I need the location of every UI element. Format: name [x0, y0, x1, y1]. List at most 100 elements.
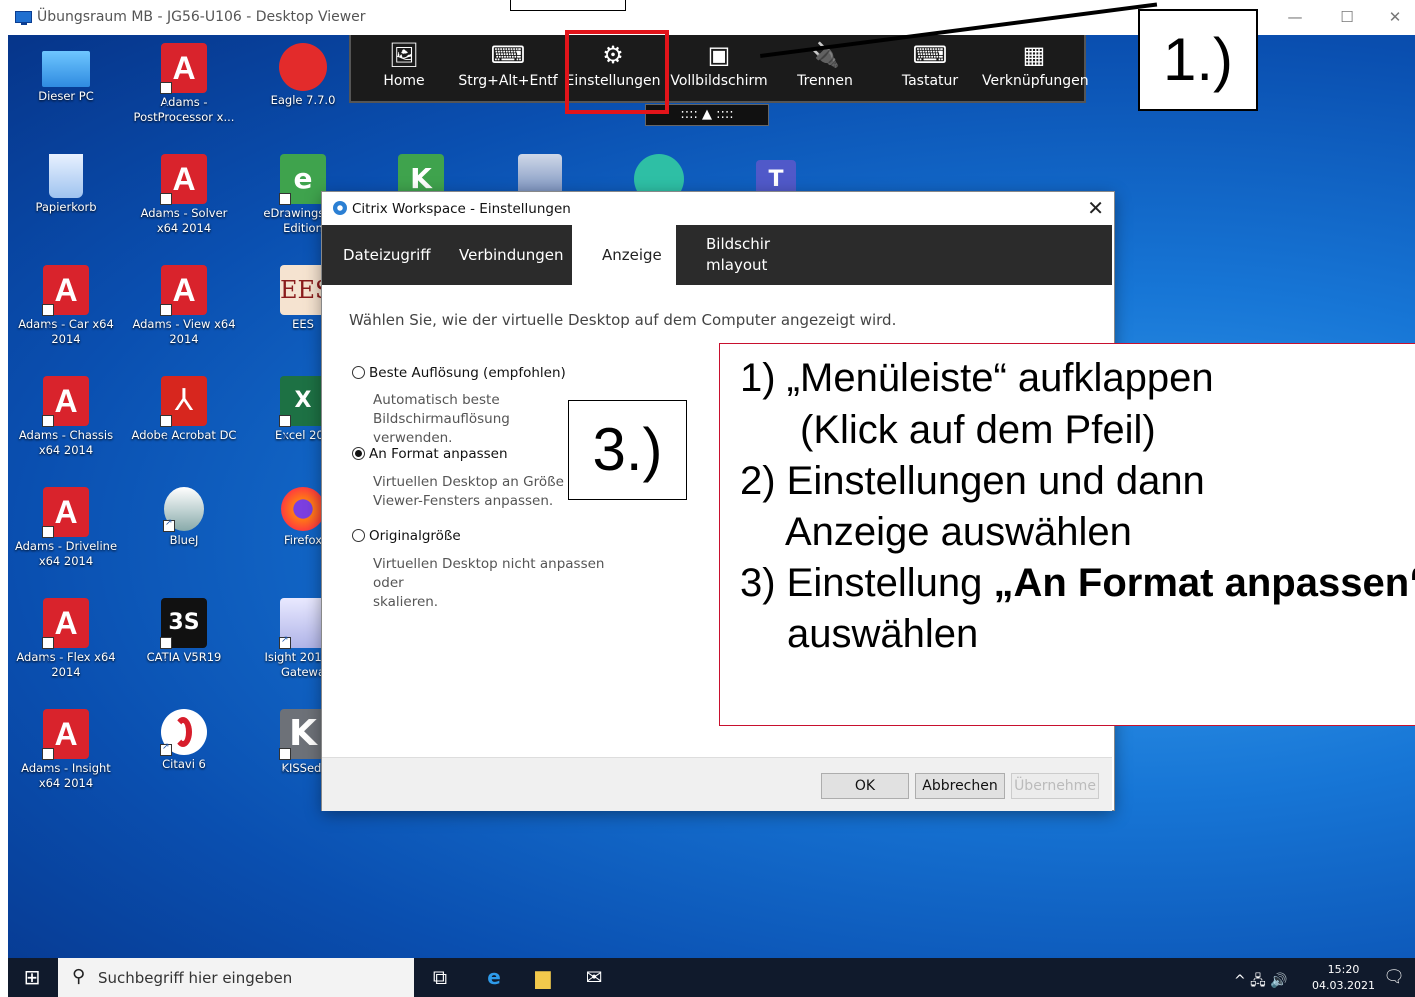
computer-icon: [42, 51, 90, 87]
search-icon: ⚲: [72, 966, 86, 987]
radio-circle-selected: [352, 447, 365, 460]
minimize-button[interactable]: —: [1275, 4, 1315, 30]
citrix-icon: [333, 201, 347, 215]
desktop-icon-adams-solver[interactable]: AAdams - Solver x64 2014: [129, 154, 239, 241]
toolbar-label: Trennen: [797, 73, 853, 89]
maximize-button[interactable]: ☐: [1327, 4, 1367, 30]
desktop-icon-bluej[interactable]: BlueJ: [129, 487, 239, 548]
radio-original-size[interactable]: Originalgröße: [352, 528, 461, 544]
file-explorer-icon[interactable]: ▆: [519, 958, 567, 997]
cancel-button[interactable]: Abbrechen: [915, 773, 1005, 799]
catia-icon: 3S: [160, 598, 207, 685]
adams-icon: A: [42, 487, 89, 574]
toolbar-fullscreen[interactable]: ▣ Vollbildschirm: [667, 35, 771, 101]
desktop-icon-adams-flex[interactable]: AAdams - Flex x64 2014: [11, 598, 121, 685]
radio-label: Originalgröße: [369, 528, 461, 544]
notification-icon[interactable]: 🗨: [1374, 958, 1414, 997]
radio-label: Beste Auflösung (empfohlen): [369, 365, 566, 381]
icon-label: Adams - PostProcessor x...: [133, 95, 235, 124]
icon-label: Eagle 7.7.0: [270, 93, 336, 107]
taskbar-search[interactable]: ⚲ Suchbegriff hier eingeben: [58, 958, 414, 997]
task-view-icon[interactable]: ⧉: [416, 958, 464, 997]
desktop-icon-adams-insight[interactable]: AAdams - Insight x64 2014: [11, 709, 121, 796]
toolbar-label: Verknüpfungen: [982, 73, 1089, 89]
desktop-icon-this-pc[interactable]: Dieser PC: [11, 43, 121, 104]
icon-label: Papierkorb: [35, 200, 97, 214]
icon-label: Adams - Car x64 2014: [18, 317, 114, 346]
toolbar-label: Vollbildschirm: [670, 73, 768, 89]
note-line-5-bold: „An Format anpassen“: [993, 561, 1415, 605]
icon-label: Adams - Driveline x64 2014: [14, 539, 118, 568]
home-icon: 🖼: [388, 41, 420, 69]
desktop-icon-adams-driveline[interactable]: AAdams - Driveline x64 2014: [11, 487, 121, 574]
callout-step-3: 3.): [568, 400, 687, 500]
kisssoft-icon: K: [279, 709, 326, 796]
adams-icon: A: [42, 709, 89, 796]
radio-best-resolution[interactable]: Beste Auflösung (empfohlen): [352, 365, 566, 381]
desktop-icon-adams-chassis[interactable]: AAdams - Chassis x64 2014: [11, 376, 121, 463]
toolbar-label: Home: [383, 73, 425, 89]
icon-label: BlueJ: [169, 533, 199, 547]
isight-icon: [279, 598, 326, 649]
toolbar-home[interactable]: 🖼 Home: [352, 35, 456, 101]
dialog-close-button[interactable]: ✕: [1087, 196, 1104, 220]
windows-start-icon[interactable]: ⊞: [8, 958, 56, 997]
recycle-bin-icon: [49, 154, 83, 198]
dialog-tabs: Dateizugriff Verbindungen Anzeige Bildsc…: [322, 225, 1112, 285]
close-button[interactable]: ✕: [1375, 4, 1415, 30]
acrobat-icon: ⅄: [160, 376, 207, 463]
dialog-footer: OK Abbrechen Übernehme: [322, 757, 1112, 811]
mail-icon[interactable]: ✉: [570, 958, 618, 997]
ees-icon: EES: [280, 265, 331, 315]
settings-highlight-box: [565, 30, 669, 114]
note-line-1: 1) „Menüleiste“ aufklappen: [740, 356, 1214, 400]
note-line-3: 2) Einstellungen und dann: [740, 459, 1205, 503]
instruction-note: 1) „Menüleiste“ aufklappen (Klick auf de…: [719, 343, 1415, 726]
fullscreen-icon: ▣: [707, 41, 731, 69]
icon-label: Citavi 6: [162, 757, 206, 771]
clock-time: 15:20: [1327, 963, 1360, 976]
adams-icon: A: [160, 43, 207, 130]
dialog-title: Citrix Workspace - Einstellungen: [352, 201, 571, 217]
ctrl-alt-del-icon: ⌨: [490, 41, 526, 69]
tab-display[interactable]: Anzeige: [572, 225, 676, 285]
icon-label: Adobe Acrobat DC: [131, 428, 237, 442]
citrix-toolbar: 🖼 Home ⌨ Strg+Alt+Entf ⚙ Einstellungen ▣ Vol…: [349, 35, 1089, 103]
taskbar: ⊞ ⚲ Suchbegriff hier eingeben ⧉ e ▆ ✉ ^ …: [8, 958, 1415, 997]
bluej-bird-icon: [163, 487, 204, 532]
monitor-icon: [15, 11, 32, 25]
tab-connections[interactable]: Verbindungen: [449, 225, 573, 285]
clock-date: 04.03.2021: [1312, 979, 1375, 992]
search-placeholder: Suchbegriff hier eingeben: [98, 969, 293, 987]
desktop-icon-adams-car[interactable]: AAdams - Car x64 2014: [11, 265, 121, 352]
desktop-icon-adams-view[interactable]: AAdams - View x64 2014: [129, 265, 239, 352]
ok-button[interactable]: OK: [821, 773, 909, 799]
citavi-icon: [160, 709, 207, 756]
toolbar-shortcuts[interactable]: ▦ Verknüpfungen: [982, 35, 1089, 101]
clock[interactable]: 15:20 04.03.2021: [1312, 962, 1375, 994]
toolbar-keyboard[interactable]: ⌨ Tastatur: [878, 35, 982, 101]
desktop-icon-recycle-bin[interactable]: Papierkorb: [11, 154, 121, 215]
desktop-icon-adobe-acrobat[interactable]: ⅄Adobe Acrobat DC: [129, 376, 239, 463]
keyboard-icon: ⌨: [912, 41, 948, 69]
firefox-icon: [281, 487, 325, 531]
radio-fit-to-window[interactable]: An Format anpassen: [352, 446, 508, 462]
icon-label: CATIA V5R19: [146, 650, 222, 664]
desc-line: skalieren.: [373, 594, 439, 610]
toolbar-ctrl-alt-del[interactable]: ⌨ Strg+Alt+Entf: [456, 35, 560, 101]
tab-file-access[interactable]: Dateizugriff: [333, 225, 441, 285]
desktop-icon-citavi[interactable]: Citavi 6: [129, 709, 239, 772]
adams-icon: A: [42, 376, 89, 463]
tab-label-line1: Bildschir: [706, 235, 771, 253]
toolbar-label: Tastatur: [901, 73, 959, 89]
adams-icon: A: [160, 154, 207, 241]
desktop-icon-eagle[interactable]: Eagle 7.7.0: [248, 43, 358, 108]
adams-icon: A: [160, 265, 207, 352]
desc-line: Virtuellen Desktop nicht anpassen oder: [373, 556, 605, 591]
system-tray[interactable]: ^ 🖧 🔊: [1234, 970, 1288, 994]
tab-screen-layout[interactable]: Bildschir mlayout: [696, 225, 780, 285]
desktop-icon-catia[interactable]: 3SCATIA V5R19: [129, 598, 239, 685]
edge-icon[interactable]: e: [470, 958, 518, 997]
toolbar-label: Strg+Alt+Entf: [458, 73, 558, 89]
desktop-icon-adams-postprocessor[interactable]: AAdams - PostProcessor x...: [129, 43, 239, 130]
